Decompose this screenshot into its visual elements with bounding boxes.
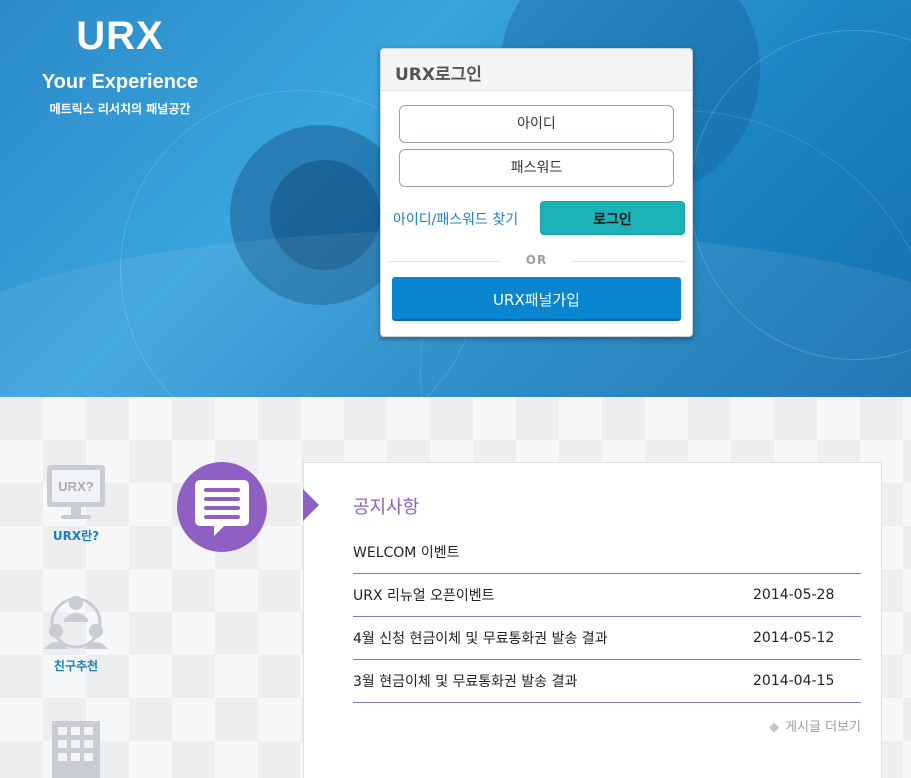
diamond-icon: ◆ <box>769 720 780 735</box>
login-title: URX로그인 <box>381 49 692 91</box>
notice-row-title: 3월 현금이체 및 무료통화권 발송 결과 <box>353 674 578 690</box>
notice-row[interactable]: 3월 현금이체 및 무료통화권 발송 결과 2014-04-15 <box>353 660 861 703</box>
notice-row[interactable]: 4월 신청 현금이체 및 무료통화권 발송 결과 2014-05-12 <box>353 617 861 660</box>
sidebar-item-refer-friend[interactable]: 친구추천 <box>24 593 128 674</box>
id-input[interactable] <box>399 105 674 143</box>
or-separator: OR <box>525 253 548 267</box>
notice-row-title: URX 리뉴얼 오픈이벤트 <box>353 588 495 604</box>
svg-text:URX?: URX? <box>58 479 93 494</box>
monitor-icon: URX? <box>47 465 105 519</box>
find-account-link[interactable]: 아이디/패스워드 찾기 <box>393 209 518 229</box>
notice-list: URX 리뉴얼 오픈이벤트 2014-05-28 4월 신청 현금이체 및 무료… <box>353 573 861 703</box>
join-panel-button[interactable]: URX패널가입 <box>392 277 681 321</box>
brand-subtitle: 메트릭스 리서치의 패널공간 <box>49 102 191 116</box>
notice-row-date: 2014-04-15 <box>753 673 835 689</box>
sidebar-item-label: 친구추천 <box>53 659 99 673</box>
people-icon <box>44 596 108 649</box>
building-icon <box>52 721 100 778</box>
notice-row-title: 4월 신청 현금이체 및 무료통화권 발송 결과 <box>353 631 608 647</box>
notice-row[interactable]: URX 리뉴얼 오픈이벤트 2014-05-28 <box>353 574 861 617</box>
notice-title: 공지사항 <box>353 497 420 518</box>
notice-row-date: 2014-05-28 <box>753 587 835 603</box>
content-section: URX? URX란? 친구추천 공지사항 WELCOM 이벤트 URX 리뉴얼 … <box>0 397 911 778</box>
notice-board-icon <box>195 480 249 536</box>
sidebar-item-company[interactable] <box>24 719 128 778</box>
hero-banner: URX Your Experience 메트릭스 리서치의 패널공간 URX로그… <box>0 0 911 397</box>
notice-badge <box>177 462 267 552</box>
sidebar-item-label: URX란? <box>52 529 100 543</box>
sidebar-item-about[interactable]: URX? URX란? <box>24 463 128 544</box>
login-button[interactable]: 로그인 <box>540 201 685 235</box>
more-posts-label: 게시글 더보기 <box>785 720 861 735</box>
login-box: URX로그인 아이디/패스워드 찾기 로그인 OR URX패널가입 <box>380 48 693 337</box>
site-logo[interactable]: URX <box>0 14 240 59</box>
featured-notice[interactable]: WELCOM 이벤트 <box>353 542 459 562</box>
more-posts-link[interactable]: ◆ 게시글 더보기 <box>769 716 861 735</box>
password-input[interactable] <box>399 149 674 187</box>
panel-pointer <box>303 489 319 521</box>
brand-block: URX Your Experience 메트릭스 리서치의 패널공간 <box>0 14 240 117</box>
notice-row-date: 2014-05-12 <box>753 630 835 646</box>
brand-tagline: Your Experience <box>41 71 199 93</box>
notice-panel: 공지사항 WELCOM 이벤트 URX 리뉴얼 오픈이벤트 2014-05-28… <box>303 462 882 778</box>
